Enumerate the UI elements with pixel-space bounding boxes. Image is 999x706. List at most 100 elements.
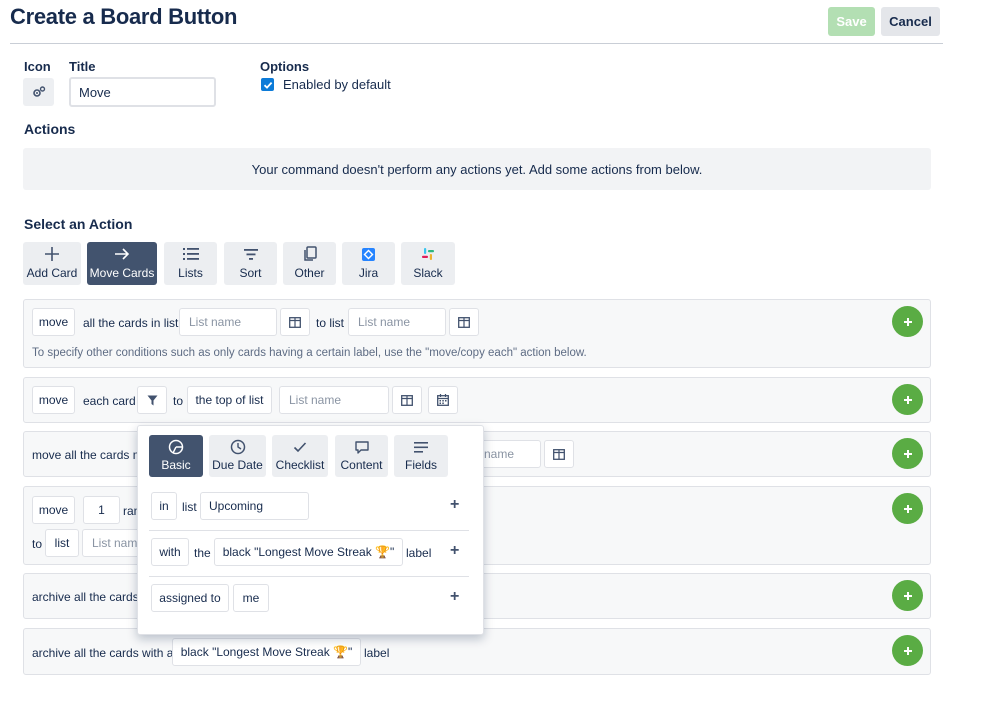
plus-icon <box>903 591 912 600</box>
list-picker-button[interactable] <box>280 308 310 336</box>
list-icon <box>182 248 199 260</box>
filter-tab-content[interactable]: Content <box>335 435 388 477</box>
add-action-button[interactable] <box>892 438 923 469</box>
row-text: each card <box>83 394 136 408</box>
target-dropdown[interactable]: list <box>45 529 79 557</box>
filter-op-dropdown[interactable]: assigned to <box>151 584 229 612</box>
row-text: move all the cards m <box>32 448 143 462</box>
label-dropdown[interactable]: black "Longest Move Streak 🏆" <box>172 638 361 666</box>
list-picker-button[interactable] <box>449 308 479 336</box>
add-filter-plus-icon[interactable]: + <box>450 542 459 560</box>
tab-lists[interactable]: Lists <box>164 242 217 285</box>
title-label: Title <box>69 59 96 74</box>
plus-icon <box>903 504 912 513</box>
icon-label: Icon <box>24 59 51 74</box>
hint-text: To specify other conditions such as only… <box>32 347 587 359</box>
add-filter-plus-icon[interactable]: + <box>450 588 459 606</box>
tab-label: Move Cards <box>89 266 155 280</box>
date-picker-button[interactable] <box>428 386 458 414</box>
page-title: Create a Board Button <box>10 4 238 29</box>
verb-dropdown[interactable]: move <box>32 386 75 414</box>
cancel-button[interactable]: Cancel <box>881 7 940 36</box>
header-divider <box>10 43 943 44</box>
list-name-input[interactable]: List name <box>179 308 277 336</box>
actions-empty-state: Your command doesn't perform any actions… <box>23 148 931 190</box>
tab-label: Add Card <box>26 266 78 280</box>
filter-op-dropdown[interactable]: in <box>151 492 177 520</box>
jira-icon <box>362 247 375 261</box>
tab-other[interactable]: Other <box>283 242 336 285</box>
position-dropdown[interactable]: the top of list <box>187 386 272 414</box>
add-action-button[interactable] <box>892 580 923 611</box>
add-action-button[interactable] <box>892 306 923 337</box>
list-name-input[interactable]: List nam <box>82 529 142 557</box>
board-columns-icon <box>289 316 301 328</box>
filter-text: the <box>194 546 211 560</box>
row-text: all the cards in list <box>83 316 179 330</box>
options-label: Options <box>260 59 310 74</box>
arrow-right-icon <box>115 248 130 260</box>
list-name-input[interactable]: List name <box>279 386 389 414</box>
enabled-label[interactable]: Enabled by default <box>283 77 391 92</box>
calendar-icon <box>437 394 449 406</box>
tab-add-card[interactable]: Add Card <box>23 242 81 285</box>
filter-op-dropdown[interactable]: with <box>151 538 189 566</box>
row-text: to <box>173 394 184 408</box>
verb-dropdown[interactable]: move <box>32 496 75 524</box>
filter-text: label <box>406 546 432 560</box>
filter-assignee-dropdown[interactable]: me <box>233 584 269 612</box>
list-name-input[interactable]: List name <box>348 308 446 336</box>
plus-icon <box>903 449 912 458</box>
check-icon <box>263 81 272 89</box>
add-action-button[interactable] <box>892 635 923 666</box>
action-row-move-each: move each card to the top of list List n… <box>23 377 931 423</box>
comment-icon <box>354 440 369 454</box>
list-picker-button[interactable] <box>544 440 574 468</box>
filter-tab-label: Fields <box>404 458 437 472</box>
row-text: label <box>364 646 390 660</box>
list-name-placeholder: name <box>484 447 515 461</box>
filter-list-input[interactable]: Upcoming <box>200 492 309 520</box>
tab-sort[interactable]: Sort <box>224 242 277 285</box>
filter-tab-label: Basic <box>161 458 191 472</box>
filter-label-dropdown[interactable]: black "Longest Move Streak 🏆" <box>214 538 403 566</box>
board-columns-icon <box>458 316 470 328</box>
filter-tab-checklist[interactable]: Checklist <box>272 435 328 477</box>
filter-icon <box>147 395 157 405</box>
fields-icon <box>414 441 428 453</box>
filter-tab-basic[interactable]: Basic <box>149 435 203 477</box>
verb-dropdown[interactable]: move <box>32 308 75 336</box>
add-action-button[interactable] <box>892 384 923 415</box>
empty-message: Your command doesn't perform any actions… <box>251 161 703 177</box>
tab-label: Jira <box>358 266 379 280</box>
plus-icon <box>903 317 912 326</box>
clock-icon <box>230 439 245 455</box>
filter-popover: Basic Due Date Checklist Content Fields … <box>137 425 484 635</box>
icon-picker-button[interactable] <box>23 78 54 106</box>
action-row-move-all: move all the cards in list List name to … <box>23 299 931 368</box>
add-action-button[interactable] <box>892 493 923 524</box>
filter-tab-fields[interactable]: Fields <box>394 435 448 477</box>
tab-label: Slack <box>413 266 443 280</box>
enabled-checkbox[interactable] <box>261 78 274 91</box>
tab-label: Other <box>294 266 325 280</box>
count-input[interactable]: 1 <box>83 496 120 524</box>
filter-tab-due-date[interactable]: Due Date <box>209 435 266 477</box>
tab-label: Sort <box>239 266 262 280</box>
tab-label: Lists <box>178 266 203 280</box>
tab-jira[interactable]: Jira <box>342 242 395 285</box>
row-text: archive all the cards with a <box>32 646 174 660</box>
check-icon <box>293 442 307 453</box>
add-filter-plus-icon[interactable]: + <box>450 496 459 514</box>
tab-move-cards[interactable]: Move Cards <box>87 242 157 285</box>
list-picker-button[interactable] <box>392 386 422 414</box>
save-button[interactable]: Save <box>828 7 875 36</box>
copy-icon <box>303 246 317 261</box>
tab-slack[interactable]: Slack <box>401 242 455 285</box>
title-input[interactable]: Move <box>69 77 216 107</box>
filter-divider <box>149 576 469 577</box>
select-action-heading: Select an Action <box>24 216 133 232</box>
filter-tab-label: Content <box>340 458 383 472</box>
filter-button[interactable] <box>137 386 167 414</box>
row-text: to <box>32 537 43 551</box>
